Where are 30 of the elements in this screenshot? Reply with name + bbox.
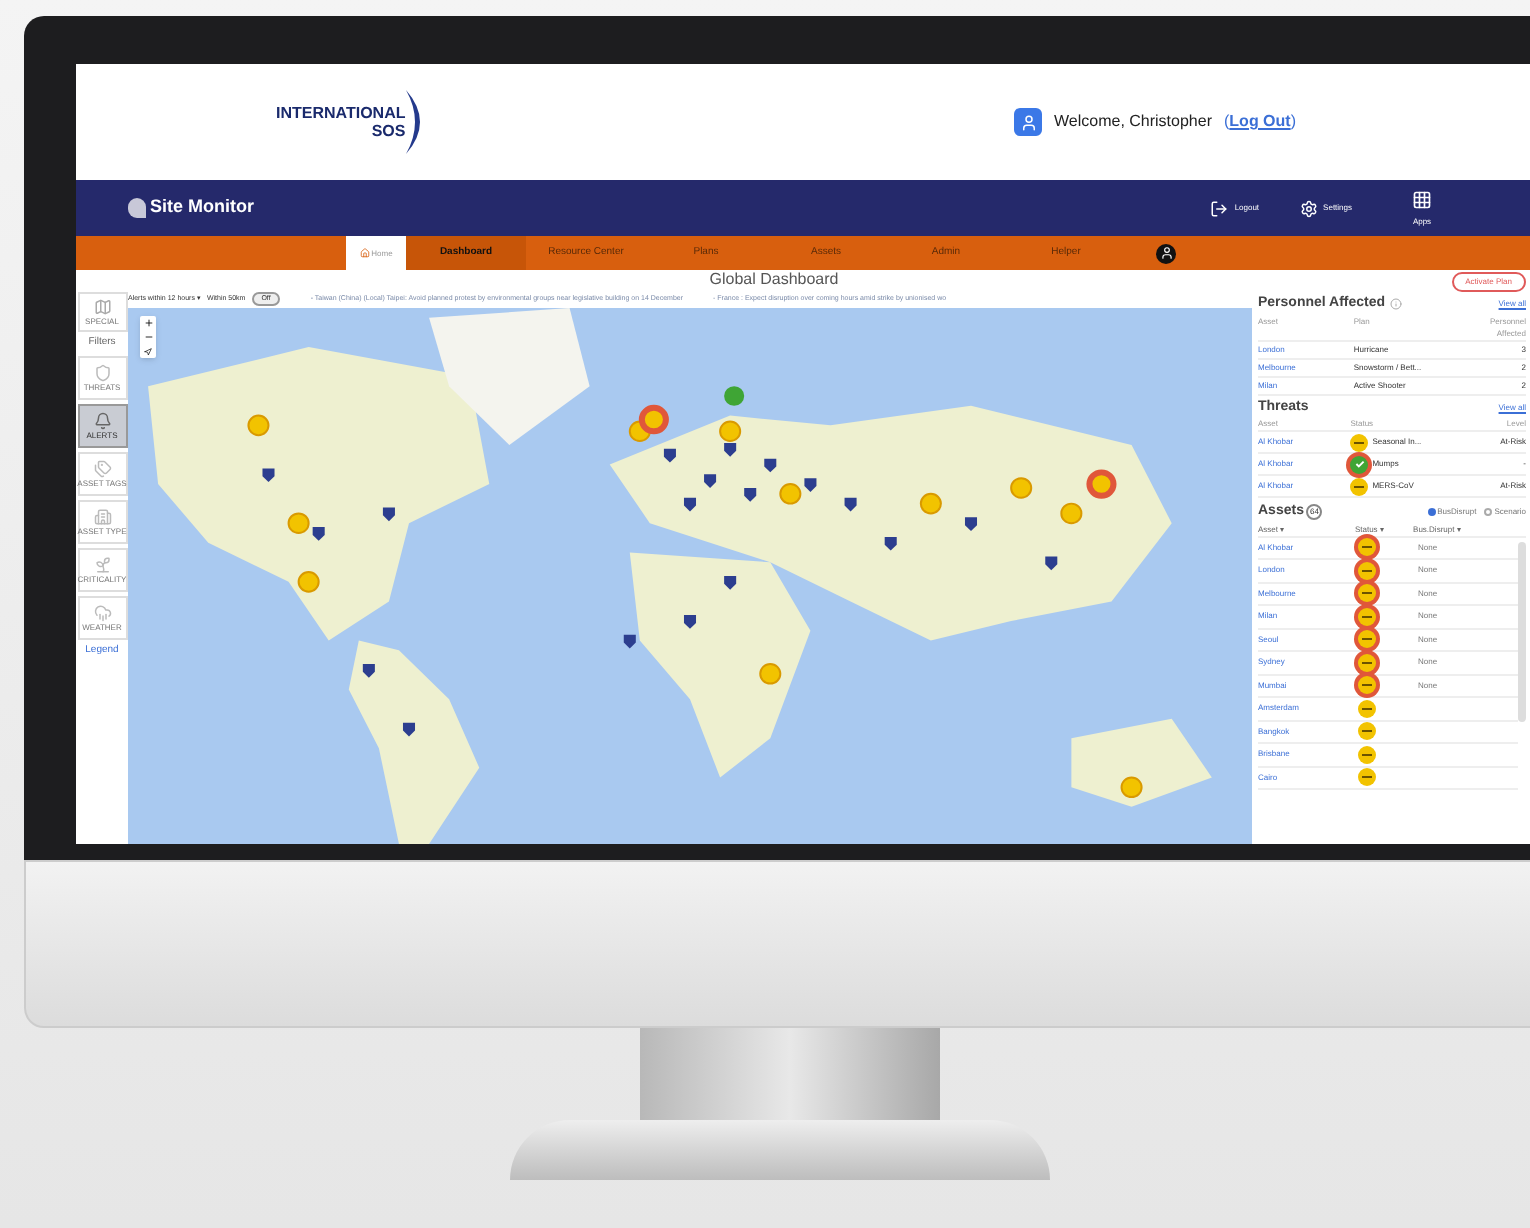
zoom-out-button[interactable] <box>140 330 156 344</box>
page-title: Global Dashboard <box>707 270 841 290</box>
user-badge-icon <box>1014 108 1042 136</box>
arrow-icon <box>144 347 152 355</box>
minus-icon <box>143 332 153 342</box>
settings-icon <box>1299 199 1318 217</box>
map-icon <box>93 298 111 316</box>
logo-text: SOS <box>371 122 406 140</box>
weather-icon <box>93 603 111 621</box>
app-title: Site Monitor <box>150 194 254 221</box>
logout-icon <box>1210 199 1229 217</box>
plus-icon <box>143 318 153 328</box>
zoom-in-button[interactable] <box>140 316 156 330</box>
tags-icon <box>93 459 111 477</box>
grid-icon <box>1412 189 1432 209</box>
logo-text: INTERNATIONAL <box>276 104 406 122</box>
criticality-icon <box>93 555 111 573</box>
welcome-text: Welcome, Christopher <box>1054 110 1212 134</box>
user-avatar-icon[interactable] <box>1156 243 1176 263</box>
compass-button[interactable] <box>140 344 156 358</box>
logout-link[interactable]: Log Out <box>1229 110 1291 134</box>
type-icon <box>93 507 111 525</box>
home-icon <box>359 248 370 258</box>
pin-logo-icon <box>128 198 146 218</box>
info-icon <box>1389 298 1402 311</box>
paren-text: ( <box>1224 110 1230 134</box>
threats-icon <box>93 363 111 381</box>
scrollbar[interactable] <box>1518 541 1526 721</box>
paren-text: ) <box>1290 110 1296 134</box>
alerts-icon <box>93 411 111 429</box>
